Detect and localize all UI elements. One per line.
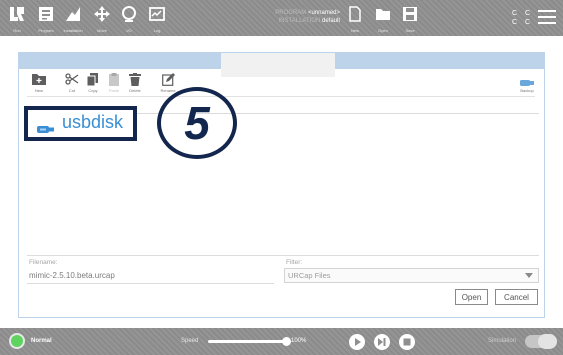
usb-drive-icon (37, 120, 54, 133)
hamburger-menu-icon[interactable] (538, 9, 556, 25)
stop-icon (403, 338, 411, 346)
tool-label-copy: Copy (88, 88, 98, 93)
top-bar: Run Program Installation Move I/O Log PR… (0, 0, 563, 36)
installation-key: INSTALLATION (278, 18, 321, 24)
nav-label-run: Run (13, 28, 21, 33)
file-action-open-label: Open (378, 28, 388, 33)
filename-label: Filename: (29, 259, 58, 266)
simulation-toggle-knob[interactable] (538, 334, 557, 349)
nav-label-log: Log (153, 28, 161, 33)
ur-logo-icon[interactable] (8, 5, 26, 23)
filter-label: Filter: (286, 259, 303, 266)
speed-slider-handle[interactable] (282, 337, 291, 346)
step-forward-icon (378, 338, 386, 346)
program-icon[interactable] (37, 5, 55, 23)
program-key: PROGRAM (275, 10, 307, 16)
tool-label-delete: Delete (129, 88, 141, 93)
installation-icon[interactable] (64, 5, 82, 23)
speed-slider[interactable] (208, 340, 286, 343)
filename-input[interactable]: mimic-2.5.10.beta.urcap (29, 271, 115, 280)
rename-icon[interactable] (160, 72, 176, 86)
log-icon[interactable] (148, 5, 166, 23)
play-icon (355, 338, 361, 346)
stop-button[interactable] (399, 334, 415, 350)
open-folder-icon[interactable] (374, 5, 392, 23)
new-file-icon[interactable] (346, 5, 364, 23)
backup-label: Backup (520, 88, 534, 93)
status-indicator-icon[interactable] (9, 333, 25, 349)
step-button[interactable] (374, 334, 390, 350)
nav-label-program: Program (38, 28, 54, 33)
filename-underline (27, 283, 274, 284)
play-button[interactable] (349, 334, 365, 350)
nav-label-installation: Installation (63, 28, 83, 33)
file-action-new-label: New (350, 28, 359, 33)
filter-dropdown[interactable]: URCap Files (284, 268, 539, 283)
cc-indicator-top: C C (512, 10, 534, 17)
tool-label-cut: Cut (68, 88, 76, 93)
move-icon[interactable] (93, 5, 111, 23)
nav-label-io: I/O (126, 28, 132, 33)
paste-icon (106, 72, 122, 86)
copy-icon[interactable] (85, 72, 101, 86)
trash-icon[interactable] (127, 72, 143, 86)
chevron-down-icon (525, 273, 533, 278)
speed-value: 100% (291, 338, 307, 344)
backup-usb-icon[interactable] (520, 74, 534, 86)
toolbar-divider (27, 96, 535, 97)
cancel-button[interactable]: Cancel (495, 289, 538, 305)
tool-label-paste: Paste (108, 88, 120, 93)
nav-label-move: Move (97, 28, 107, 33)
filter-selected-value: URCap Files (288, 271, 331, 280)
bottom-bar: Normal Speed 100% Simulation (0, 328, 563, 355)
list-item-label: usbdisk (62, 112, 124, 132)
installation-name: default (321, 18, 340, 24)
list-item-usbdisk[interactable]: usbdisk (24, 106, 137, 141)
dialog-title-tab (221, 53, 335, 77)
step-annotation: 5 (157, 87, 237, 159)
open-button[interactable]: Open (455, 289, 488, 305)
simulation-label: Simulation (488, 338, 517, 344)
tool-label-new: New (34, 88, 43, 93)
program-name: <unnamed> (307, 10, 340, 16)
status-text: Normal (31, 338, 52, 344)
io-icon[interactable] (120, 5, 138, 23)
file-action-save-label: Save (405, 28, 415, 33)
program-info: PROGRAM <unnamed> INSTALLATION default (240, 9, 340, 25)
step-number: 5 (184, 97, 210, 149)
scissors-icon[interactable] (64, 72, 80, 86)
new-folder-icon[interactable] (31, 72, 47, 86)
speed-label: Speed (181, 338, 199, 344)
save-icon[interactable] (401, 5, 419, 23)
cc-indicator-bottom: C C (512, 19, 534, 26)
